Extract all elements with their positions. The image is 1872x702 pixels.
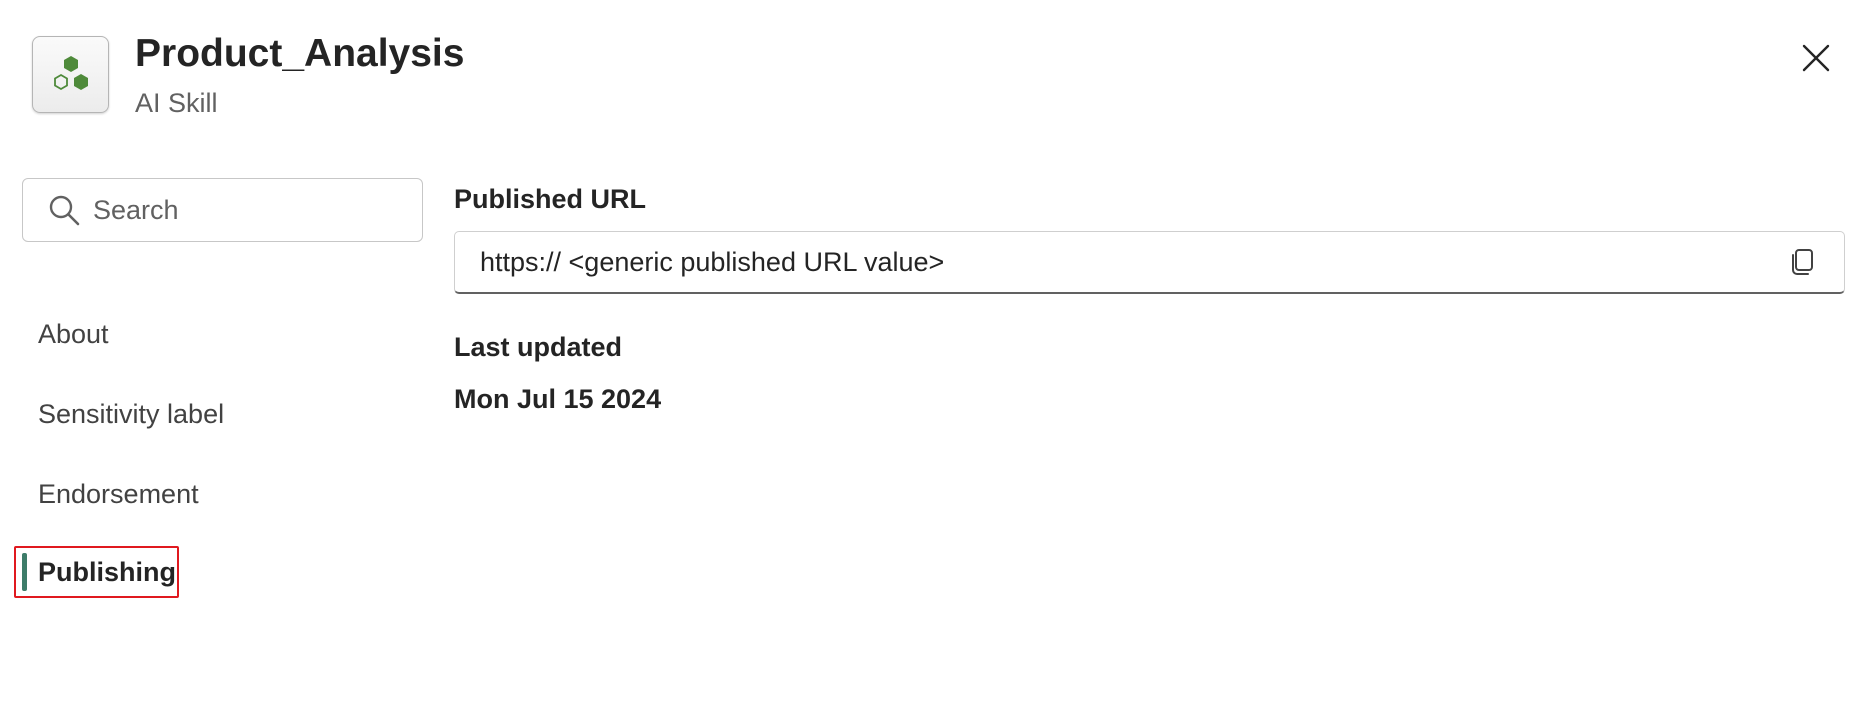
- hexagons-icon: [53, 55, 88, 90]
- search-icon: [47, 193, 81, 227]
- search-box[interactable]: [22, 178, 423, 242]
- close-icon: [1802, 44, 1830, 72]
- nav-item-label: About: [38, 318, 109, 349]
- nav-item-endorsement[interactable]: Endorsement: [14, 468, 424, 520]
- nav-item-publishing[interactable]: Publishing: [14, 546, 179, 598]
- copy-url-button[interactable]: [1784, 244, 1820, 280]
- ai-skill-app-icon: [32, 36, 109, 113]
- settings-panel: Product_Analysis AI Skill About Sensitiv…: [0, 0, 1872, 702]
- search-input[interactable]: [93, 190, 393, 230]
- published-url-value[interactable]: https:// <generic published URL value>: [480, 247, 1784, 278]
- published-url-label: Published URL: [454, 184, 647, 214]
- last-updated-value: Mon Jul 15 2024: [454, 384, 662, 414]
- published-url-field[interactable]: https:// <generic published URL value>: [454, 231, 1845, 294]
- nav-item-label: Publishing: [38, 556, 176, 587]
- close-button[interactable]: [1796, 38, 1836, 78]
- nav-item-about[interactable]: About: [14, 308, 424, 360]
- copy-icon: [1792, 249, 1813, 275]
- page-title: Product_Analysis: [135, 32, 465, 75]
- nav-item-sensitivity-label[interactable]: Sensitivity label: [14, 388, 424, 440]
- nav-item-label: Endorsement: [38, 478, 199, 509]
- last-updated-label: Last updated: [454, 332, 623, 362]
- selected-indicator: [22, 553, 27, 591]
- nav-item-label: Sensitivity label: [38, 398, 225, 429]
- item-type-subtitle: AI Skill: [135, 88, 218, 118]
